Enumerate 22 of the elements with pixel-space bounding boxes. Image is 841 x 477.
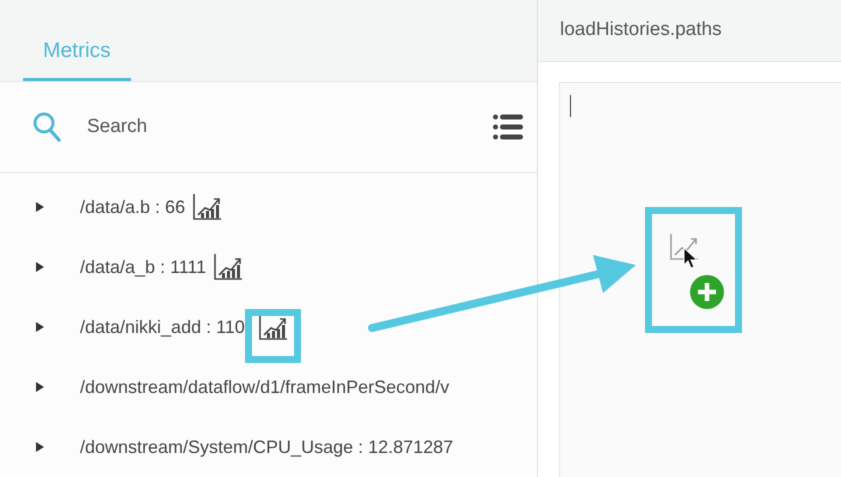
list-icon[interactable] — [493, 114, 523, 140]
paths-field[interactable] — [559, 82, 841, 477]
chart-icon[interactable] — [258, 314, 287, 340]
search-icon — [33, 112, 61, 142]
plus-icon — [689, 274, 725, 310]
search-field[interactable]: Search — [85, 112, 445, 142]
cursor-icon — [683, 247, 699, 269]
highlight-box — [244, 309, 301, 363]
chart-icon[interactable] — [214, 254, 242, 280]
expand-triangle-icon[interactable] — [34, 321, 46, 333]
text-cursor — [570, 95, 571, 117]
metric-label[interactable]: /data/a_b : 1111 — [80, 254, 206, 280]
expand-triangle-icon[interactable] — [34, 201, 46, 213]
expand-triangle-icon[interactable] — [34, 261, 46, 273]
metric-label[interactable]: /downstream/dataflow/d1/frameInPerSecond/v — [80, 374, 450, 400]
panel-title: loadHistories.paths — [538, 0, 841, 62]
chart-icon[interactable] — [193, 194, 222, 220]
expand-triangle-icon[interactable] — [34, 441, 46, 453]
metric-label[interactable]: /data/nikki_add : 110 — [80, 314, 245, 340]
metric-label[interactable]: /data/a.b : 66 — [80, 194, 186, 220]
metric-label[interactable]: /downstream/System/CPU_Usage : 12.871287 — [80, 434, 454, 460]
expand-triangle-icon[interactable] — [34, 381, 46, 393]
